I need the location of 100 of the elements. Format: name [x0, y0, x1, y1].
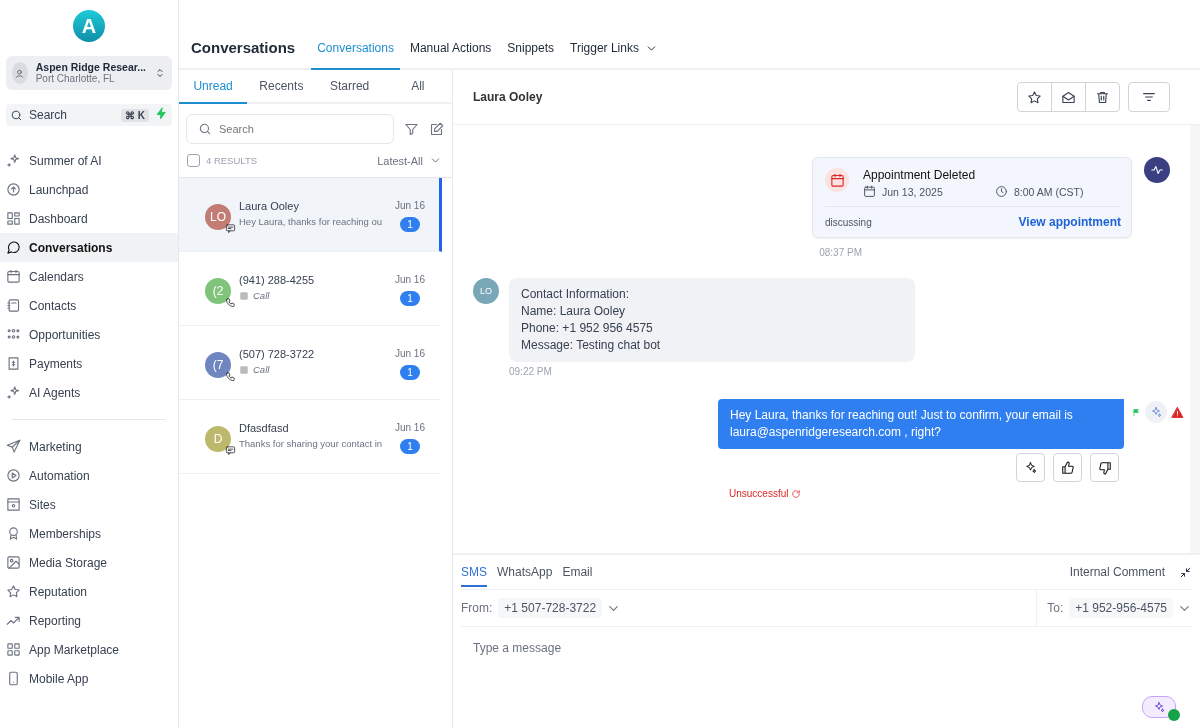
unread-count: 1 — [400, 365, 420, 380]
nav-item[interactable]: Conversations — [0, 233, 178, 262]
filter-tab[interactable]: All — [383, 70, 452, 104]
message-date: Jun 16 — [394, 274, 425, 285]
activity-button[interactable] — [1144, 157, 1170, 183]
filter-button[interactable] — [1128, 82, 1170, 112]
conversation-item[interactable]: (2 (941) 288-4255 Call Jun 16 1 — [179, 252, 442, 326]
conversation-item[interactable]: (7 (507) 728-3722 Call Jun 16 1 — [179, 326, 442, 400]
search-field[interactable]: Search — [186, 114, 394, 144]
ai-rewrite-button[interactable] — [1016, 453, 1045, 482]
thumbs-down-button[interactable] — [1090, 453, 1119, 482]
browser-icon — [6, 497, 21, 512]
search-field[interactable]: Search ⌘ K — [6, 104, 172, 126]
header-tab[interactable]: Manual Actions — [403, 38, 498, 70]
grid-icon — [6, 211, 21, 226]
nav-item[interactable]: Contacts — [0, 291, 178, 320]
filter-tab[interactable]: Starred — [315, 70, 384, 104]
status-dot — [1168, 709, 1180, 721]
envelope-icon — [1061, 89, 1076, 105]
nav-item[interactable]: Payments — [0, 349, 178, 378]
paper-plane-icon — [6, 439, 21, 454]
phone-icon — [225, 297, 236, 308]
message-bubble: Hey Laura, thanks for reaching out! Just to confirm, your email is laura@aspenridgeresearch.com , right? — [718, 399, 1124, 449]
nav-item[interactable]: App Marketplace — [0, 635, 178, 664]
play-circle-icon — [6, 468, 21, 483]
conversation-item[interactable]: D Dfasdfasd Thanks for sharing your contact in Jun 16 1 — [179, 400, 442, 474]
appointment-time: 8:00 AM (CST) — [1014, 185, 1084, 198]
star-icon — [6, 584, 21, 599]
nav-item[interactable]: Media Storage — [0, 548, 178, 577]
message-preview: Call — [253, 290, 270, 301]
contact-name: Dfasdfasd — [239, 422, 290, 434]
ribbon-icon — [6, 526, 21, 541]
select-all-checkbox[interactable] — [187, 154, 200, 167]
header-tab[interactable]: Trigger Links — [564, 38, 664, 70]
unread-count: 1 — [400, 217, 420, 232]
calendar-icon — [863, 185, 876, 198]
search-icon — [198, 122, 212, 136]
account-location: Port Charlotte, FL — [35, 73, 116, 85]
message-time: 09:22 PM — [509, 366, 553, 377]
pulse-icon — [1150, 163, 1164, 177]
nav-item[interactable]: Opportunities — [0, 320, 178, 349]
channel-tab[interactable]: WhatsApp — [497, 557, 553, 587]
internal-comment-tab[interactable]: Internal Comment — [1069, 565, 1165, 579]
sort-dropdown[interactable]: Latest-All — [377, 154, 442, 167]
filter-tab[interactable]: Recents — [247, 70, 316, 104]
sparkle-icon — [6, 153, 21, 168]
contact-book-icon — [6, 298, 21, 313]
flag-icon — [1132, 407, 1141, 417]
nav-item[interactable]: Dashboard — [0, 204, 178, 233]
chat-bubble-icon — [6, 240, 21, 255]
star-icon — [1027, 89, 1042, 105]
nav-item[interactable]: Memberships — [0, 519, 178, 548]
clock-icon — [995, 185, 1008, 198]
phone-icon — [225, 371, 236, 382]
unread-count: 1 — [400, 291, 420, 306]
nav-item[interactable]: Mobile App — [0, 664, 178, 693]
filter-tab[interactable]: Unread — [179, 70, 248, 104]
header-tab[interactable]: Conversations — [311, 38, 400, 70]
contact-name: Laura Ooley — [473, 90, 544, 104]
channel-tab[interactable]: Email — [562, 557, 593, 587]
sparkle-icon — [6, 385, 21, 400]
nav-item[interactable]: Reporting — [0, 606, 178, 635]
nav-item[interactable]: Sites — [0, 490, 178, 519]
from-number-dropdown[interactable]: +1 507-728-3722 — [498, 598, 603, 618]
grid-icon — [6, 642, 21, 657]
page-title: Conversations — [191, 39, 296, 58]
nav-item[interactable]: AI Agents — [0, 378, 178, 407]
phone-square-icon — [239, 290, 249, 301]
thumbs-up-icon — [1060, 460, 1075, 475]
thumbs-up-button[interactable] — [1053, 453, 1082, 482]
conversation-item[interactable]: LO Laura Ooley Hey Laura, thanks for reaching ou Jun 16 1 — [179, 178, 442, 252]
view-appointment-link[interactable]: View appointment — [1018, 215, 1121, 229]
from-label: From: — [461, 601, 493, 615]
message-date: Jun 16 — [394, 348, 425, 359]
contact-name: (507) 728-3722 — [239, 348, 316, 360]
message-bubble: Contact Information: Name: Laura Ooley Phone: +1 952 956 4575 Message: Testing chat bot — [509, 278, 915, 362]
calendar-icon — [829, 172, 845, 188]
compose-icon — [429, 121, 444, 137]
nav-item[interactable]: Reputation — [0, 577, 178, 606]
to-label: To: — [1047, 601, 1064, 615]
header-tab[interactable]: Snippets — [501, 38, 560, 70]
phone-square-icon — [239, 364, 249, 375]
account-switcher[interactable]: Aspen Ridge Resear... Port Charlotte, FL — [6, 56, 172, 90]
nav-item[interactable]: Calendars — [0, 262, 178, 291]
channel-tab[interactable]: SMS — [461, 557, 487, 587]
nav-item[interactable]: Launchpad — [0, 175, 178, 204]
nav-item[interactable]: Automation — [0, 461, 178, 490]
to-number-dropdown[interactable]: +1 952-956-4575 — [1069, 598, 1173, 618]
message-icon — [225, 445, 236, 456]
avatar: LO — [473, 278, 499, 304]
message-date: Jun 16 — [394, 200, 425, 211]
appointment-note: discussing — [825, 216, 872, 228]
person-icon — [14, 67, 26, 79]
nav-item[interactable]: Marketing — [0, 432, 178, 461]
nav-item[interactable]: Summer of AI — [0, 146, 178, 175]
phone-device-icon — [6, 671, 21, 686]
sparkle-icon — [1024, 461, 1037, 474]
calendar-icon — [6, 269, 21, 284]
send-status[interactable]: Unsuccessful — [729, 488, 802, 499]
account-name: Aspen Ridge Resear... — [35, 61, 146, 73]
